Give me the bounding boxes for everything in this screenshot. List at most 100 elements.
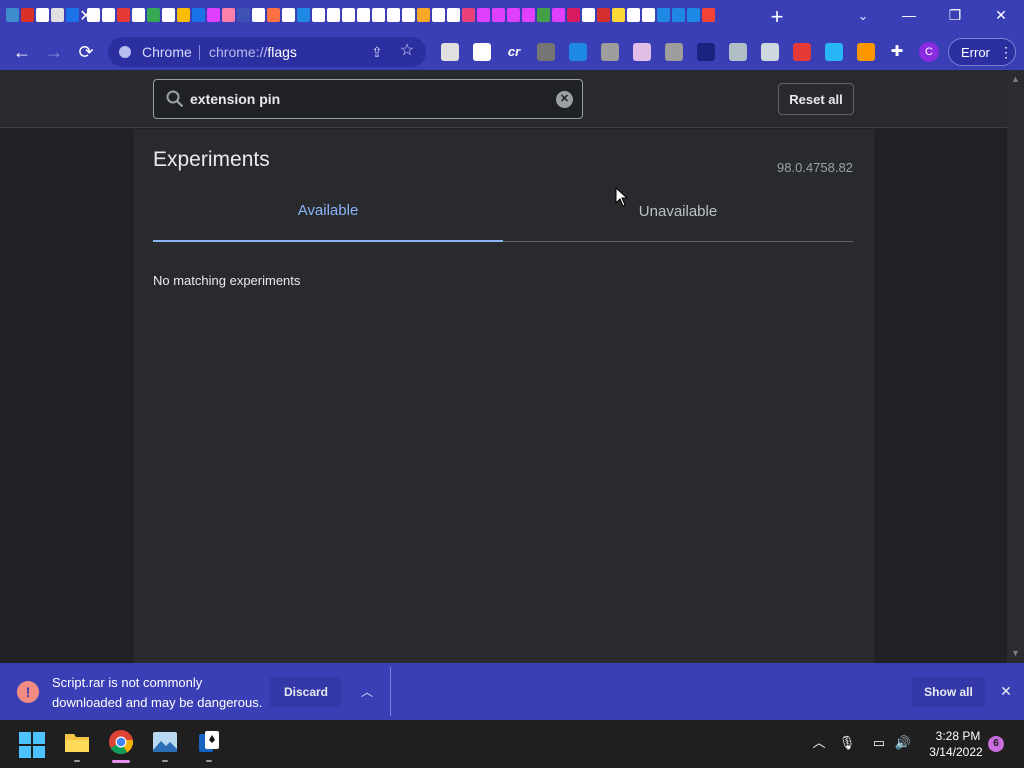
file-explorer-icon[interactable] [63, 728, 91, 756]
tab-favicon-icon[interactable] [162, 8, 175, 22]
tab-favicon-icon[interactable] [36, 8, 49, 22]
tab-favicon-icon[interactable] [552, 8, 565, 22]
link-ext-icon[interactable] [729, 43, 747, 61]
tab-favicon-icon[interactable] [312, 8, 325, 22]
tab-unavailable[interactable]: Unavailable [503, 196, 853, 242]
minimize-button[interactable]: — [886, 0, 932, 30]
tab-favicon-icon[interactable] [147, 8, 160, 22]
tab-favicon-icon[interactable] [582, 8, 595, 22]
globe-ext-icon[interactable] [633, 43, 651, 61]
bookmark-ext-icon[interactable] [441, 43, 459, 61]
close-download-shelf-icon[interactable]: ✕ [995, 680, 1017, 702]
network-icon[interactable]: ▭ [870, 734, 888, 752]
r-ext-icon[interactable] [697, 43, 715, 61]
tab-favicon-icon[interactable] [297, 8, 310, 22]
tab-favicon-icon[interactable] [342, 8, 355, 22]
reset-all-button[interactable]: Reset all [778, 83, 854, 115]
page-scrollbar[interactable]: ▲ ▼ [1007, 70, 1024, 663]
tab-favicon-icon[interactable] [132, 8, 145, 22]
omnibox-url[interactable]: chrome://flags [209, 44, 297, 60]
tab-favicon-icon[interactable] [387, 8, 400, 22]
tab-favicon-icon[interactable] [687, 8, 700, 22]
forward-button[interactable]: → [40, 38, 68, 66]
edge-ext-icon[interactable] [569, 43, 587, 61]
microphone-icon[interactable]: 🎙 [838, 734, 856, 752]
new-tab-button[interactable]: + [764, 4, 790, 30]
menu-icon[interactable]: ⋮ [999, 43, 1013, 61]
tab-search-icon[interactable]: ⌄ [852, 5, 874, 27]
tab-favicon-icon[interactable] [6, 8, 19, 22]
tab-favicon-icon[interactable] [492, 8, 505, 22]
s-ext-icon[interactable] [537, 43, 555, 61]
tab-favicon-icon[interactable] [612, 8, 625, 22]
tab-favicon-icon[interactable] [282, 8, 295, 22]
photos-icon[interactable] [151, 728, 179, 756]
tab-favicon-icon[interactable] [357, 8, 370, 22]
scroll-down-arrow-icon[interactable]: ▼ [1011, 648, 1020, 658]
play-ext-icon[interactable] [825, 43, 843, 61]
tab-favicon-icon[interactable] [642, 8, 655, 22]
clock-time[interactable]: 3:28 PM [930, 729, 986, 743]
tab-favicon-icon[interactable] [192, 8, 205, 22]
tab-favicon-icon[interactable] [327, 8, 340, 22]
share-icon[interactable]: ⇪ [368, 43, 386, 61]
solitaire-icon[interactable] [195, 728, 223, 756]
tab-favicon-icon[interactable] [462, 8, 475, 22]
tab-favicon-icon[interactable] [477, 8, 490, 22]
tab-favicon-icon[interactable] [207, 8, 220, 22]
tab-favicon-icon[interactable] [702, 8, 715, 22]
honey-ext-icon[interactable] [857, 43, 875, 61]
tab-favicon-icon[interactable] [507, 8, 520, 22]
clear-search-icon[interactable]: ✕ [556, 91, 573, 108]
show-hidden-icons-chevron-icon[interactable]: ︿ [810, 734, 828, 752]
tab-favicon-icon[interactable] [252, 8, 265, 22]
profile-avatar[interactable]: C [919, 42, 939, 62]
back-button[interactable]: ← [8, 38, 36, 66]
cross-ext-icon[interactable] [473, 43, 491, 61]
tab-favicon-icon[interactable] [447, 8, 460, 22]
clock-date[interactable]: 3/14/2022 [926, 745, 986, 759]
volume-icon[interactable]: 🔊 [894, 734, 912, 752]
card-ext-icon[interactable] [793, 43, 811, 61]
castle-ext-icon[interactable] [761, 43, 779, 61]
chrome-icon[interactable] [107, 728, 135, 756]
puzzle-ext-icon[interactable] [601, 43, 619, 61]
tab-favicon-icon[interactable] [267, 8, 280, 22]
tab-favicon-icon[interactable] [432, 8, 445, 22]
tab-favicon-icon[interactable] [117, 8, 130, 22]
cr-ext-icon[interactable]: cr [504, 42, 524, 62]
reload-button[interactable]: ⟳ [72, 38, 100, 66]
tab-favicon-icon[interactable] [417, 8, 430, 22]
tab-favicon-icon[interactable] [402, 8, 415, 22]
start-windows-icon[interactable] [19, 732, 45, 758]
flags-search-box[interactable]: ✕ [153, 79, 583, 119]
tab-favicon-icon[interactable] [657, 8, 670, 22]
tab-favicon-icon[interactable] [537, 8, 550, 22]
error-chip-button[interactable]: Error ⋮ [948, 38, 1016, 66]
chevron-up-icon[interactable]: ︿ [356, 681, 378, 703]
address-bar[interactable]: Chrome chrome://flags ⇪ ☆ [108, 37, 426, 67]
tab-favicon-icon[interactable] [522, 8, 535, 22]
tab-favicon-icon[interactable] [237, 8, 250, 22]
tab-close-icon[interactable]: ✕ [74, 5, 98, 29]
tab-favicon-icon[interactable] [21, 8, 34, 22]
notification-badge[interactable]: 6 [988, 736, 1004, 752]
show-all-button[interactable]: Show all [912, 677, 985, 707]
tab-favicon-icon[interactable] [567, 8, 580, 22]
tab-favicon-icon[interactable] [177, 8, 190, 22]
search-input[interactable] [190, 89, 540, 109]
tab-favicon-icon[interactable] [372, 8, 385, 22]
close-window-button[interactable]: ✕ [978, 0, 1024, 30]
image-ext-icon[interactable] [665, 43, 683, 61]
tab-favicon-icon[interactable] [222, 8, 235, 22]
tab-available[interactable]: Available [153, 196, 503, 242]
scroll-up-arrow-icon[interactable]: ▲ [1011, 74, 1020, 84]
tab-favicon-icon[interactable] [51, 8, 64, 22]
site-info-icon[interactable] [119, 46, 131, 58]
maximize-button[interactable]: ❐ [932, 0, 978, 30]
tab-favicon-icon[interactable] [597, 8, 610, 22]
extensions-menu-icon[interactable]: ✚ [887, 42, 907, 62]
tab-favicon-icon[interactable] [627, 8, 640, 22]
discard-button[interactable]: Discard [270, 677, 342, 707]
tab-favicon-icon[interactable] [102, 8, 115, 22]
